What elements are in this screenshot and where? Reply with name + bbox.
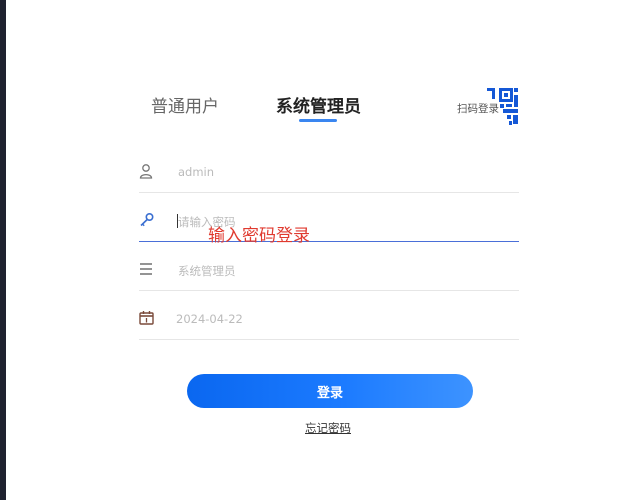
window-edge bbox=[0, 0, 6, 500]
qr-code-icon[interactable] bbox=[481, 86, 519, 126]
date-field[interactable]: 2024-04-22 bbox=[139, 300, 519, 340]
menu-icon bbox=[139, 261, 155, 277]
key-icon bbox=[139, 212, 155, 228]
login-button[interactable]: 登录 bbox=[187, 374, 473, 408]
username-value: admin bbox=[178, 165, 215, 179]
role-value: 系统管理员 bbox=[178, 264, 236, 278]
password-hint: 输入密码登录 bbox=[208, 226, 310, 246]
forgot-password-link[interactable]: 忘记密码 bbox=[305, 420, 351, 436]
username-field[interactable]: admin bbox=[139, 153, 519, 193]
user-icon bbox=[139, 163, 155, 179]
role-field[interactable]: 系统管理员 bbox=[139, 251, 519, 291]
tab-system-admin[interactable]: 系统管理员 bbox=[276, 96, 361, 118]
tab-normal-user[interactable]: 普通用户 bbox=[151, 96, 219, 118]
calendar-icon bbox=[139, 310, 155, 326]
active-tab-indicator bbox=[299, 119, 337, 122]
date-value: 2024-04-22 bbox=[176, 312, 243, 326]
password-field[interactable]: 请输入密码 bbox=[139, 202, 519, 242]
